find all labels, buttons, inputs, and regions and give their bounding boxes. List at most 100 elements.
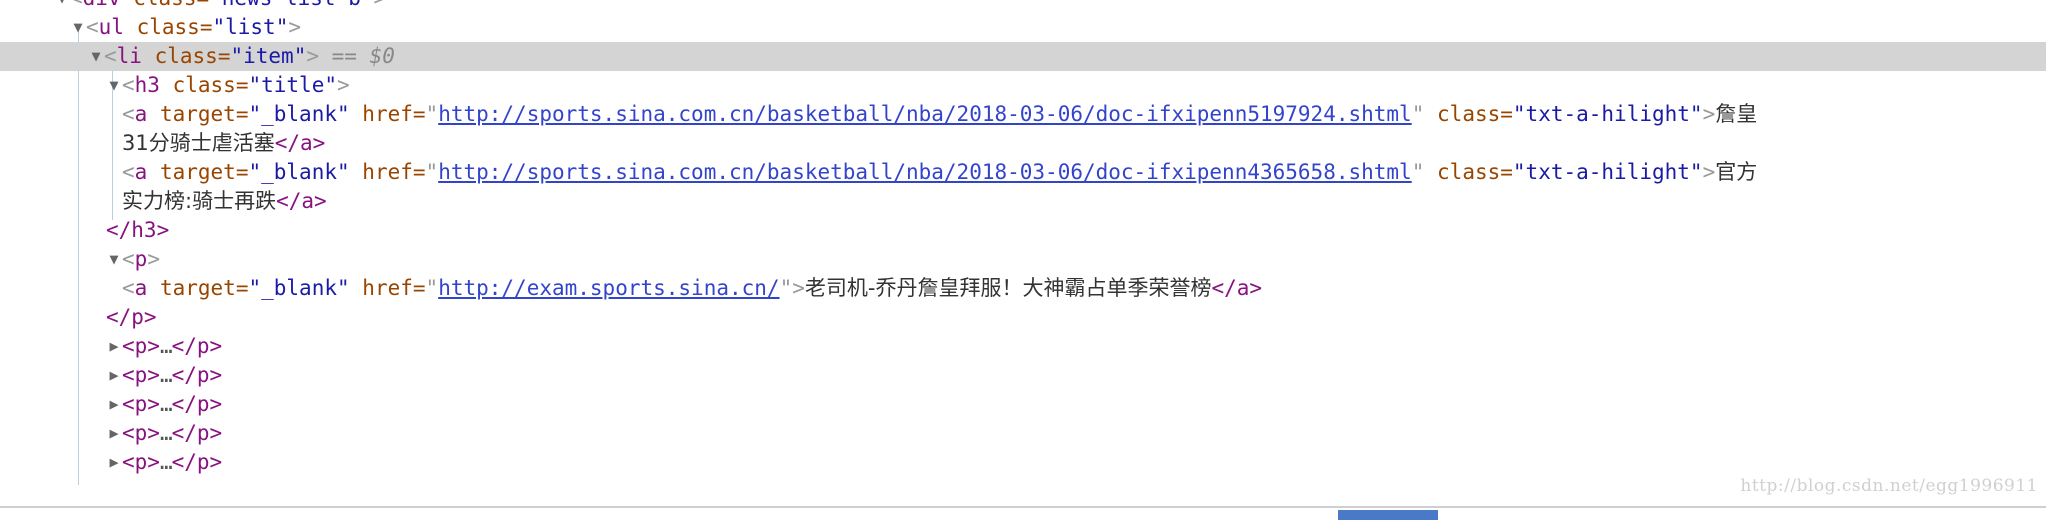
dom-node-collapsed-p[interactable]: <p>…</p> <box>0 332 2046 361</box>
attr-name-class: class <box>133 0 196 10</box>
attr-value-class: "news-list-b" <box>209 0 373 10</box>
attr-name-class: class <box>1437 160 1501 184</box>
close-tag: </p> <box>171 421 223 445</box>
twisty-open-icon-h3[interactable] <box>106 71 122 100</box>
angle-close: > <box>288 15 301 39</box>
angle-open: < <box>122 73 135 97</box>
horizontal-scrollbar-thumb[interactable] <box>1338 510 1438 520</box>
equals: = <box>412 102 426 126</box>
equals: = <box>199 15 213 39</box>
twisty-open-icon-p[interactable] <box>106 245 122 274</box>
anchor-text-part1: 官方 <box>1715 160 1758 184</box>
tag-name: p <box>134 247 148 271</box>
attr-value-class: "title" <box>248 73 337 97</box>
equals: = <box>235 102 249 126</box>
tag-name: a <box>134 102 148 126</box>
anchor-text-part2: 实力榜:骑士再跌 <box>122 189 277 213</box>
attr-name-href: href <box>362 102 413 126</box>
dom-node-ul-list[interactable]: <ul class="list"> <box>0 13 2046 42</box>
angle-open: < <box>70 0 83 10</box>
ellipsis-icon: … <box>159 450 173 474</box>
quote-open: " <box>425 102 439 126</box>
equals: = <box>235 276 249 300</box>
angle-close: > <box>147 247 160 271</box>
quote-open: " <box>425 276 439 300</box>
attr-value-class: "list" <box>212 15 289 39</box>
twisty-closed-icon[interactable] <box>106 361 122 390</box>
twisty-closed-icon[interactable] <box>106 419 122 448</box>
dom-node-anchor-2[interactable]: <a target="_blank" href="http://sports.s… <box>0 158 2046 216</box>
close-tag: </p> <box>171 363 223 387</box>
angle-open: < <box>122 276 135 300</box>
twisty-open-icon-ul[interactable] <box>70 13 86 42</box>
dom-node-collapsed-p[interactable]: <p>…</p> <box>0 419 2046 448</box>
quote-close: " <box>779 276 793 300</box>
close-tag: </p> <box>171 334 223 358</box>
dom-node-h3-close: </h3> <box>0 216 2046 245</box>
quote-open: " <box>425 160 439 184</box>
equals: = <box>196 0 209 10</box>
attr-name-class: class <box>172 73 236 97</box>
ellipsis-icon: … <box>159 363 173 387</box>
close-tag: </p> <box>171 450 223 474</box>
devtools-elements-panel: <div class="news-list-b"> <ul class="lis… <box>0 0 2046 520</box>
dom-node-div-news-list-b[interactable]: <div class="news-list-b"> <box>0 0 2046 13</box>
angle-close: > <box>306 44 319 68</box>
attr-value-href-link[interactable]: http://sports.sina.com.cn/basketball/nba… <box>438 160 1412 184</box>
ellipsis-icon: … <box>159 334 173 358</box>
attr-value-href-link[interactable]: http://sports.sina.com.cn/basketball/nba… <box>438 102 1412 126</box>
dom-node-collapsed-p[interactable]: <p>…</p> <box>0 390 2046 419</box>
ellipsis-icon: … <box>159 421 173 445</box>
horizontal-scrollbar-track[interactable] <box>0 506 2046 520</box>
angle-open: < <box>104 44 117 68</box>
open-tag: <p> <box>122 392 160 416</box>
twisty-closed-icon[interactable] <box>106 448 122 477</box>
attr-value-class: "txt-a-hilight" <box>1512 102 1703 126</box>
equals: = <box>235 73 249 97</box>
angle-close: > <box>792 276 805 300</box>
angle-close: > <box>1702 160 1716 184</box>
attr-value-href-link[interactable]: http://exam.sports.sina.cn/ <box>438 276 779 300</box>
closing-tag-p: </p> <box>106 305 157 329</box>
dom-node-collapsed-p[interactable]: <p>…</p> <box>0 448 2046 477</box>
equals: = <box>1500 102 1513 126</box>
twisty-open-icon-div[interactable] <box>54 0 70 13</box>
dom-node-li-item-selected[interactable]: <li class="item"> == $0 <box>0 42 2046 71</box>
close-tag: </p> <box>171 392 223 416</box>
attr-name-target: target <box>159 160 236 184</box>
dom-node-anchor-1[interactable]: <a target="_blank" href="http://sports.s… <box>0 100 2046 158</box>
dom-node-p-open[interactable]: <p> <box>0 245 2046 274</box>
attr-name-href: href <box>362 276 413 300</box>
attr-value-target: "_blank" <box>248 102 350 126</box>
closing-tag-h3: </h3> <box>106 218 170 242</box>
open-tag: <p> <box>122 363 160 387</box>
anchor-closing-tag: </a> <box>1211 276 1263 300</box>
twisty-closed-icon[interactable] <box>106 390 122 419</box>
open-tag: <p> <box>122 334 160 358</box>
angle-open: < <box>122 102 135 126</box>
open-tag: <p> <box>122 450 160 474</box>
equals: = <box>412 160 426 184</box>
tag-name: li <box>116 44 142 68</box>
attr-value-class: "txt-a-hilight" <box>1512 160 1703 184</box>
dom-node-h3-title[interactable]: <h3 class="title"> <box>0 71 2046 100</box>
dom-node-anchor-3[interactable]: <a target="_blank" href="http://exam.spo… <box>0 274 2046 303</box>
twisty-open-icon-li[interactable] <box>88 42 104 71</box>
dom-node-p-close: </p> <box>0 303 2046 332</box>
console-ref-marker: == $0 <box>331 44 395 68</box>
attr-name-href: href <box>362 160 413 184</box>
tag-name: a <box>134 276 148 300</box>
equals: = <box>217 44 231 68</box>
twisty-closed-icon[interactable] <box>106 332 122 361</box>
tag-name: h3 <box>134 73 160 97</box>
angle-open: < <box>122 160 135 184</box>
anchor-closing-tag: </a> <box>276 189 327 213</box>
attr-value-target: "_blank" <box>248 276 350 300</box>
dom-node-collapsed-p[interactable]: <p>…</p> <box>0 361 2046 390</box>
attr-name-target: target <box>159 276 236 300</box>
attr-name-class: class <box>154 44 218 68</box>
attr-name-class: class <box>1437 102 1501 126</box>
angle-close: > <box>374 0 387 10</box>
angle-close: > <box>337 73 350 97</box>
attr-name-class: class <box>136 15 200 39</box>
